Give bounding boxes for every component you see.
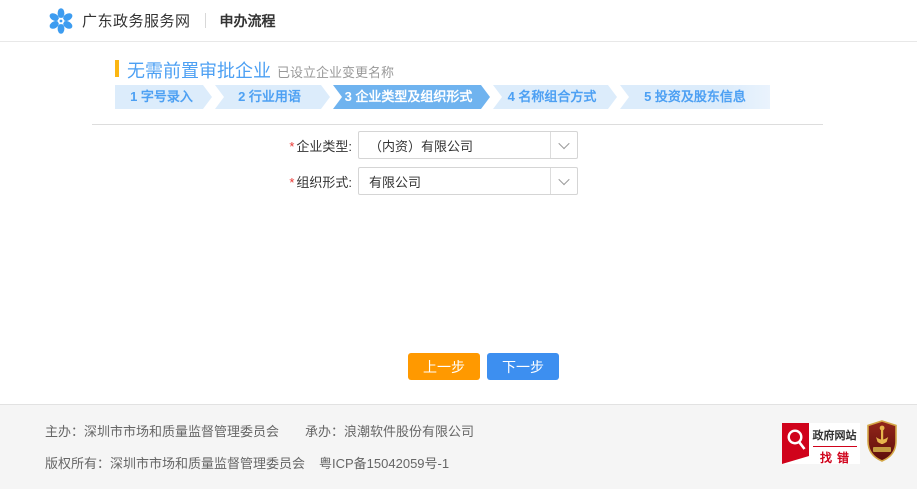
error-badge-divider (813, 446, 857, 447)
title-accent-bar (115, 60, 119, 77)
page-title: 无需前置审批企业 (127, 57, 271, 83)
company-type-select[interactable]: （内资）有限公司 (358, 131, 578, 159)
error-badge-title: 政府网站 (813, 427, 857, 443)
step-tab-4[interactable]: 4 名称组合方式 (493, 85, 617, 109)
footer-copyright: 版权所有：深圳市市场和质量监督管理委员会 (45, 456, 305, 471)
pinwheel-flower-logo-icon (48, 8, 74, 34)
error-badge-action: 找错 (820, 449, 854, 466)
organization-form-select-value: 有限公司 (359, 172, 550, 191)
step-tabs: 1 字号录入 2 行业用语 3 企业类型及组织形式 4 名称组合方式 5 投资及… (115, 85, 770, 109)
magnifier-flag-icon (782, 423, 809, 464)
required-asterisk: * (289, 139, 294, 154)
form-row-company-type: *企业类型: （内资）有限公司 (283, 131, 917, 159)
footer-icp-number[interactable]: 粤ICP备15042059号-1 (319, 456, 449, 471)
government-shield-emblem-icon[interactable] (866, 420, 898, 462)
header-divider (205, 13, 206, 28)
top-header: 广东政务服务网 申办流程 (0, 0, 917, 42)
step-tab-2[interactable]: 2 行业用语 (215, 85, 330, 109)
required-asterisk: * (289, 175, 294, 190)
nav-title-apply-flow[interactable]: 申办流程 (220, 11, 276, 31)
chevron-down-icon (558, 174, 569, 185)
step-tab-5[interactable]: 5 投资及股东信息 (620, 85, 770, 109)
form-row-organization-form: *组织形式: 有限公司 (283, 167, 917, 195)
chevron-down-icon (558, 138, 569, 149)
company-type-select-arrow[interactable] (550, 132, 577, 158)
next-step-button[interactable]: 下一步 (487, 353, 559, 380)
error-badge-text: 政府网站 找错 (809, 423, 860, 464)
previous-step-button[interactable]: 上一步 (408, 353, 480, 380)
website-error-report-badge[interactable]: 政府网站 找错 (782, 423, 860, 464)
step-tab-1[interactable]: 1 字号录入 (115, 85, 212, 109)
company-type-label: *企业类型: (283, 136, 358, 155)
company-type-form: *企业类型: （内资）有限公司 *组织形式: 有限公司 (0, 131, 917, 195)
company-type-select-value: （内资）有限公司 (359, 136, 550, 155)
organization-form-select-arrow[interactable] (550, 168, 577, 194)
form-panel-divider (92, 124, 823, 125)
footer-host: 主办：深圳市市场和质量监督管理委员会 (45, 424, 279, 439)
footer-undertaker: 承办：浪潮软件股份有限公司 (305, 424, 474, 439)
organization-form-select[interactable]: 有限公司 (358, 167, 578, 195)
main-content: 无需前置审批企业 已设立企业变更名称 1 字号录入 2 行业用语 3 企业类型及… (0, 57, 917, 404)
page-subtitle: 已设立企业变更名称 (277, 62, 394, 81)
page-footer: 主办：深圳市市场和质量监督管理委员会 承办：浪潮软件股份有限公司 版权所有：深圳市… (0, 404, 917, 489)
page-title-row: 无需前置审批企业 已设立企业变更名称 (115, 57, 917, 79)
organization-form-label: *组织形式: (283, 172, 358, 191)
step-tab-3-active[interactable]: 3 企业类型及组织形式 (333, 85, 490, 109)
form-actions: 上一步 下一步 (408, 353, 917, 380)
site-name[interactable]: 广东政务服务网 (82, 10, 191, 31)
